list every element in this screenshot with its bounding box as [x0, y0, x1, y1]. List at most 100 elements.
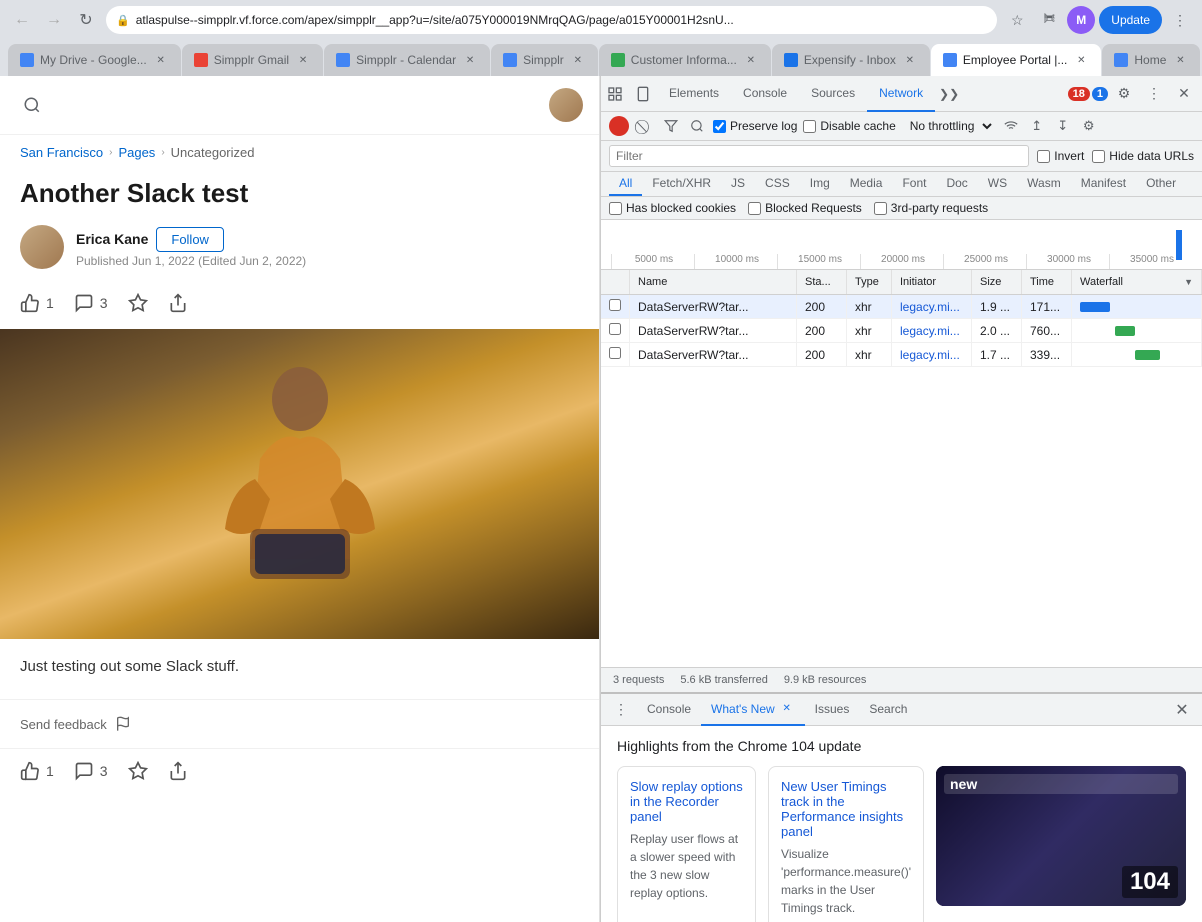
- bottom-comment-action[interactable]: 3: [74, 761, 108, 781]
- filter-tab-wasm[interactable]: Wasm: [1017, 172, 1071, 196]
- export-button[interactable]: ↧: [1053, 116, 1073, 136]
- row-checkbox-2[interactable]: [601, 343, 630, 367]
- filter-tab-media[interactable]: Media: [840, 172, 893, 196]
- preserve-log-checkbox[interactable]: [713, 120, 726, 133]
- filter-toggle-button[interactable]: [661, 116, 681, 136]
- tab-elements[interactable]: Elements: [657, 76, 731, 112]
- tab-calendar[interactable]: Simpplr - Calendar ✕: [324, 44, 490, 76]
- record-button[interactable]: [609, 116, 629, 136]
- blocked-req-label[interactable]: Blocked Requests: [748, 201, 862, 215]
- tab-close-expensify[interactable]: ✕: [902, 52, 918, 68]
- comment-action[interactable]: 3: [74, 293, 108, 313]
- row-checkbox-1[interactable]: [601, 319, 630, 343]
- whats-new-video[interactable]: ▶ 104 new: [936, 766, 1186, 906]
- profile-avatar[interactable]: M: [1067, 6, 1095, 34]
- tab-employee-portal[interactable]: Employee Portal |... ✕: [931, 44, 1102, 76]
- menu-button[interactable]: ⋮: [1166, 6, 1194, 34]
- bottom-share-action[interactable]: [168, 761, 188, 781]
- tab-close-home[interactable]: ✕: [1172, 52, 1188, 68]
- forward-button[interactable]: →: [40, 6, 68, 34]
- filter-tab-manifest[interactable]: Manifest: [1071, 172, 1136, 196]
- devtools-more-button[interactable]: ⋮: [1140, 80, 1168, 108]
- tab-customer[interactable]: Customer Informa... ✕: [599, 44, 771, 76]
- tab-google-drive[interactable]: My Drive - Google... ✕: [8, 44, 181, 76]
- bookmark-button[interactable]: ☆: [1003, 6, 1031, 34]
- webpage-search-button[interactable]: [16, 89, 48, 121]
- th-waterfall[interactable]: Waterfall ▼: [1072, 270, 1202, 295]
- tab-sources[interactable]: Sources: [799, 76, 867, 112]
- initiator-link-0[interactable]: legacy.mi...: [900, 300, 960, 314]
- table-row[interactable]: DataServerRW?tar... 200 xhr legacy.mi...…: [601, 343, 1202, 367]
- third-party-checkbox[interactable]: [874, 202, 887, 215]
- invert-checkbox[interactable]: [1037, 150, 1050, 163]
- filter-tab-all[interactable]: All: [609, 172, 642, 196]
- bottom-tab-whats-new[interactable]: What's New ✕: [701, 694, 805, 726]
- whats-new-card-0-title[interactable]: Slow replay options in the Recorder pane…: [630, 779, 743, 824]
- devtools-inspect-button[interactable]: [601, 80, 629, 108]
- th-size[interactable]: Size: [972, 270, 1022, 295]
- clear-button[interactable]: ⃠: [635, 116, 655, 136]
- tab-close-customer[interactable]: ✕: [743, 52, 759, 68]
- filter-tab-doc[interactable]: Doc: [936, 172, 977, 196]
- bottom-tab-issues[interactable]: Issues: [805, 694, 860, 726]
- tab-simpplr[interactable]: Simpplr ✕: [491, 44, 598, 76]
- share-action[interactable]: [168, 293, 188, 313]
- th-type[interactable]: Type: [847, 270, 892, 295]
- whats-new-card-1-title[interactable]: New User Timings track in the Performanc…: [781, 779, 911, 839]
- preserve-log-label[interactable]: Preserve log: [713, 119, 797, 133]
- like-action[interactable]: 1: [20, 293, 54, 313]
- user-avatar[interactable]: [549, 88, 583, 122]
- th-initiator[interactable]: Initiator: [892, 270, 972, 295]
- wifi-icon-btn[interactable]: [1001, 116, 1021, 136]
- tab-close-employee[interactable]: ✕: [1073, 52, 1089, 68]
- th-name[interactable]: Name: [630, 270, 797, 295]
- send-feedback-row[interactable]: Send feedback: [0, 699, 599, 748]
- initiator-link-2[interactable]: legacy.mi...: [900, 348, 960, 362]
- filter-tab-js[interactable]: JS: [721, 172, 755, 196]
- th-status[interactable]: Sta...: [797, 270, 847, 295]
- bottom-tab-search[interactable]: Search: [859, 694, 917, 726]
- has-blocked-label[interactable]: Has blocked cookies: [609, 201, 736, 215]
- breadcrumb-san-francisco[interactable]: San Francisco: [20, 145, 103, 160]
- back-button[interactable]: ←: [8, 6, 36, 34]
- th-time[interactable]: Time: [1022, 270, 1072, 295]
- bottom-panel-icon-btn[interactable]: ⋮: [609, 698, 633, 722]
- disable-cache-label[interactable]: Disable cache: [803, 119, 895, 133]
- invert-label[interactable]: Invert: [1037, 149, 1084, 163]
- import-button[interactable]: ↥: [1027, 116, 1047, 136]
- reload-button[interactable]: ↻: [72, 6, 100, 34]
- filter-tab-css[interactable]: CSS: [755, 172, 800, 196]
- bottom-tab-console[interactable]: Console: [637, 694, 701, 726]
- tab-gmail[interactable]: Simpplr Gmail ✕: [182, 44, 323, 76]
- tab-close-gmail[interactable]: ✕: [295, 52, 311, 68]
- hide-data-urls-label[interactable]: Hide data URLs: [1092, 149, 1194, 163]
- throttle-select[interactable]: No throttling: [902, 116, 995, 136]
- devtools-device-button[interactable]: [629, 80, 657, 108]
- bookmark-action[interactable]: [128, 293, 148, 313]
- table-row[interactable]: DataServerRW?tar... 200 xhr legacy.mi...…: [601, 295, 1202, 319]
- settings-button[interactable]: ⚙: [1079, 116, 1099, 136]
- table-row[interactable]: DataServerRW?tar... 200 xhr legacy.mi...…: [601, 319, 1202, 343]
- follow-button[interactable]: Follow: [156, 227, 224, 252]
- bottom-panel-close-btn[interactable]: ✕: [1170, 698, 1194, 722]
- tab-console[interactable]: Console: [731, 76, 799, 112]
- tab-home[interactable]: Home ✕: [1102, 44, 1200, 76]
- tab-close-simpplr[interactable]: ✕: [570, 52, 586, 68]
- bottom-like-action[interactable]: 1: [20, 761, 54, 781]
- network-search-button[interactable]: [687, 116, 707, 136]
- initiator-link-1[interactable]: legacy.mi...: [900, 324, 960, 338]
- hide-data-urls-checkbox[interactable]: [1092, 150, 1105, 163]
- filter-tab-fetch[interactable]: Fetch/XHR: [642, 172, 721, 196]
- breadcrumb-pages[interactable]: Pages: [118, 145, 155, 160]
- filter-input[interactable]: [609, 145, 1029, 167]
- filter-tab-other[interactable]: Other: [1136, 172, 1186, 196]
- tab-expensify[interactable]: Expensify - Inbox ✕: [772, 44, 930, 76]
- more-tabs-button[interactable]: ❯❯: [935, 80, 963, 108]
- bottom-bookmark-action[interactable]: [128, 761, 148, 781]
- has-blocked-checkbox[interactable]: [609, 202, 622, 215]
- tab-close-drive[interactable]: ✕: [153, 52, 169, 68]
- blocked-req-checkbox[interactable]: [748, 202, 761, 215]
- bottom-tab-close[interactable]: ✕: [779, 701, 795, 717]
- disable-cache-checkbox[interactable]: [803, 120, 816, 133]
- update-button[interactable]: Update: [1099, 6, 1162, 34]
